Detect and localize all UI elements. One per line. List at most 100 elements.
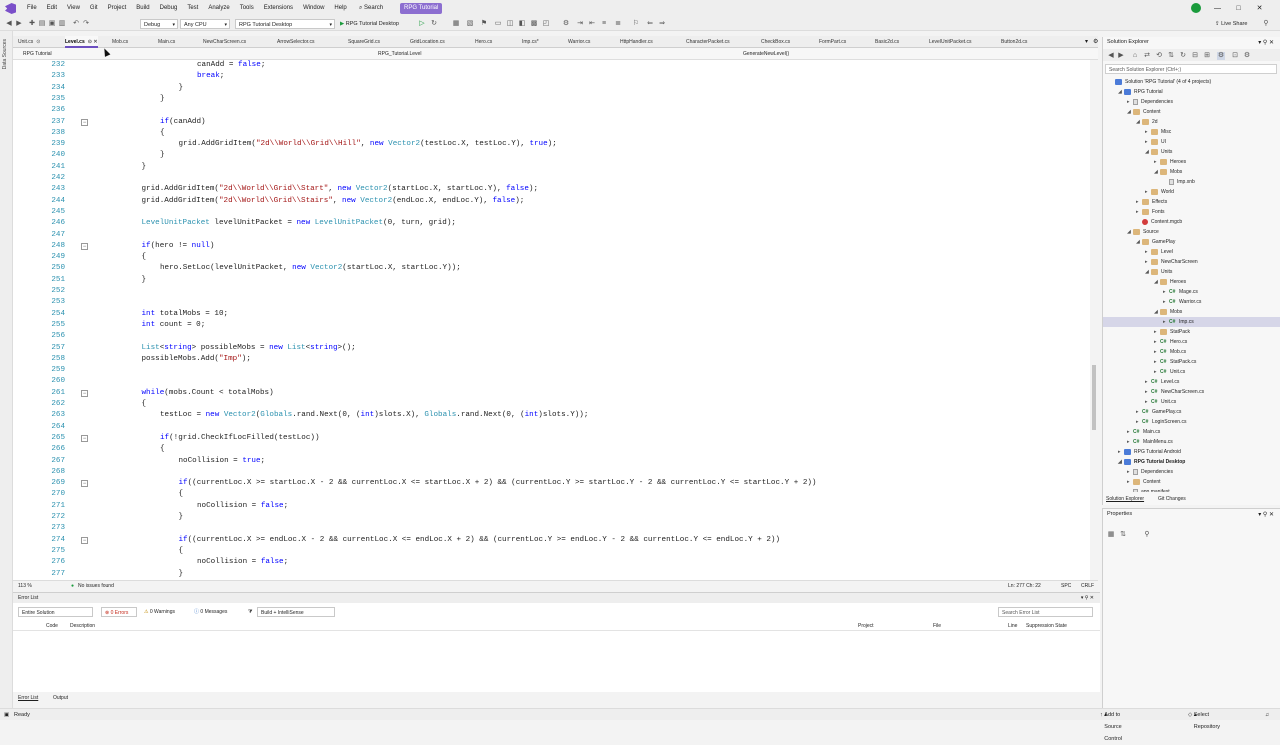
tree-item[interactable]: ◢ Units [1103,147,1280,157]
code-line[interactable]: 261 − while(mobs.Count < totalMobs) [13,388,1088,399]
tab-levelunitpacketcs[interactable]: LevelUnitPacket.cs [929,36,972,48]
build-filter-select[interactable]: Build + IntelliSense [257,607,335,617]
bookmark-icon[interactable]: ⚐ [632,20,640,28]
code-line[interactable]: 233 break; [13,71,1088,82]
tree-item[interactable]: ▸ RPG Tutorial Android [1103,447,1280,457]
tree-item[interactable]: ▸ Fonts [1103,207,1280,217]
scope-select[interactable]: Entire Solution [18,607,93,617]
tree-item[interactable]: ◢ Mobs [1103,167,1280,177]
solution-search-input[interactable]: Search Solution Explorer (Ctrl+;) [1105,64,1277,74]
code-line[interactable]: 249 { [13,252,1088,263]
close-icon[interactable]: ✕ [1249,0,1270,17]
live-share-button[interactable]: ⇪ Live Share [1215,19,1247,29]
code-editor[interactable]: 232 canAdd = false; 233 break; 234} 235} 236 23… [13,60,1098,580]
code-line[interactable]: 238 { [13,128,1088,139]
code-line[interactable]: 273 [13,523,1088,534]
code-line[interactable]: 240} [13,150,1088,161]
menu-tools[interactable]: Tools [235,0,259,17]
tree-item[interactable]: ▸ C# StatPack.cs [1103,357,1280,367]
code-line[interactable]: 244 grid.AddGridItem("2d\\World\\Grid\\St… [13,196,1088,207]
messages-filter[interactable]: ⓘ 0 Messages [191,607,230,617]
refresh-icon[interactable]: ↻ [1179,52,1187,60]
tab-error-list[interactable]: Error List [18,693,38,703]
split-icon[interactable]: ◧ [518,20,526,28]
column-code[interactable]: Code [46,621,58,631]
tree-item[interactable]: ▸ Effects [1103,197,1280,207]
code-line[interactable]: 264 [13,422,1088,433]
errors-filter[interactable]: ⊗ 0 Errors [101,607,137,617]
switch-views-icon[interactable]: ⇄ [1143,52,1151,60]
open-icon[interactable]: ▤ [38,20,46,28]
platform-select[interactable]: Any CPU [180,19,230,30]
data-sources-tab[interactable]: Data Sources [2,39,8,69]
column-description[interactable]: Description [70,621,95,631]
minimize-icon[interactable]: — [1207,0,1228,17]
tree-item[interactable]: ▸ C# Level.cs [1103,377,1280,387]
code-line[interactable]: 255 int count = 0; [13,320,1088,331]
tree-item[interactable]: ◢ RPG Tutorial [1103,87,1280,97]
code-line[interactable]: 277} [13,569,1088,580]
menu-help[interactable]: Help [329,0,351,17]
tree-item[interactable]: ◢ Heroes [1103,277,1280,287]
tree-item[interactable]: ◢ Mobs [1103,307,1280,317]
column-file[interactable]: File [933,621,941,631]
fold-toggle-icon[interactable]: − [81,389,88,397]
tab-checkboxcs[interactable]: CheckBox.cs [761,36,790,48]
panel-controls[interactable]: ▾ ⚲ ✕ [1081,593,1094,603]
menu-git[interactable]: Git [85,0,103,17]
panel-controls[interactable]: ▾ ⚲ ✕ [1258,39,1274,46]
code-line[interactable]: 250 hero.SetLoc(levelUnitPacket, new Vect… [13,263,1088,274]
user-avatar[interactable] [1191,3,1201,13]
tab-git-changes[interactable]: Git Changes [1158,494,1186,504]
bookmark-next-icon[interactable]: ⇒ [658,20,666,28]
code-line[interactable]: 266 { [13,444,1088,455]
collapse-all-icon[interactable]: ⊟ [1191,52,1199,60]
tab-close-icon[interactable]: ⊙ ✕ [88,39,98,45]
tab-unitcs[interactable]: Unit.cs ⊙ [18,36,40,48]
tree-item[interactable]: app.manifest [1103,487,1280,492]
tree-item[interactable]: ▸ C# Main.cs [1103,427,1280,437]
settings-gear-icon[interactable]: ⚙ [1093,38,1098,45]
column-line[interactable]: Line [1008,621,1017,631]
tab-button2dcs[interactable]: Button2d.cs [1001,36,1027,48]
tree-item[interactable]: ▸ C# Mob.cs [1103,347,1280,357]
alphabetical-icon[interactable]: ⇅ [1119,531,1127,539]
nav-project-dropdown[interactable]: RPG Tutorial [23,48,52,60]
code-line[interactable]: 267 noCollision = true; [13,456,1088,467]
categorized-icon[interactable]: ▦ [1107,531,1115,539]
code-line[interactable]: 274 − if((currentLoc.X >= endLoc.X - 2 && … [13,535,1088,546]
tree-item[interactable]: ▸ Level [1103,247,1280,257]
outdent-icon[interactable]: ⇤ [588,20,596,28]
tree-item[interactable]: ▸ Heroes [1103,157,1280,167]
code-line[interactable]: 234} [13,83,1088,94]
forward-icon[interactable]: ▶ [1117,52,1125,60]
tree-item[interactable]: ▸ C# Mage.cs [1103,287,1280,297]
tile-icon[interactable]: ▩ [530,20,538,28]
menu-test[interactable]: Test [182,0,203,17]
select-repository[interactable]: ◇ Select Repository ▴ [1188,709,1220,730]
tree-item[interactable]: ▸ World [1103,187,1280,197]
menu-window[interactable]: Window [298,0,329,17]
code-line[interactable]: 270 { [13,489,1088,500]
tree-item[interactable]: ▸ C# Unit.cs [1103,367,1280,377]
menu-file[interactable]: File [22,0,42,17]
save-all-icon[interactable]: ▥ [58,20,66,28]
tree-item[interactable]: ▸ C# Imp.cs [1103,317,1280,327]
show-all-files-icon[interactable]: ⊞ [1203,52,1211,60]
code-line[interactable]: 236 [13,105,1088,116]
code-line[interactable]: 251} [13,275,1088,286]
tab-levelcs[interactable]: Level.cs ⊙ ✕ [65,36,98,48]
code-line[interactable]: 265 − if(!grid.CheckIfLocFilled(testLoc)) [13,433,1088,444]
code-line[interactable]: 275 { [13,546,1088,557]
search-box[interactable]: ⌕ Search [355,3,387,14]
indent-icon[interactable]: ⇥ [576,20,584,28]
code-line[interactable]: 247 [13,230,1088,241]
code-line[interactable]: 242 [13,173,1088,184]
whitespace-mode[interactable]: SPC [1061,581,1071,591]
filter-icon[interactable]: ⧩ [245,607,255,617]
menu-project[interactable]: Project [103,0,132,17]
code-line[interactable]: 271 noCollision = false; [13,501,1088,512]
tab-herocs[interactable]: Hero.cs [475,36,492,48]
code-line[interactable]: 262 { [13,399,1088,410]
tree-item[interactable]: ▸ UI [1103,137,1280,147]
